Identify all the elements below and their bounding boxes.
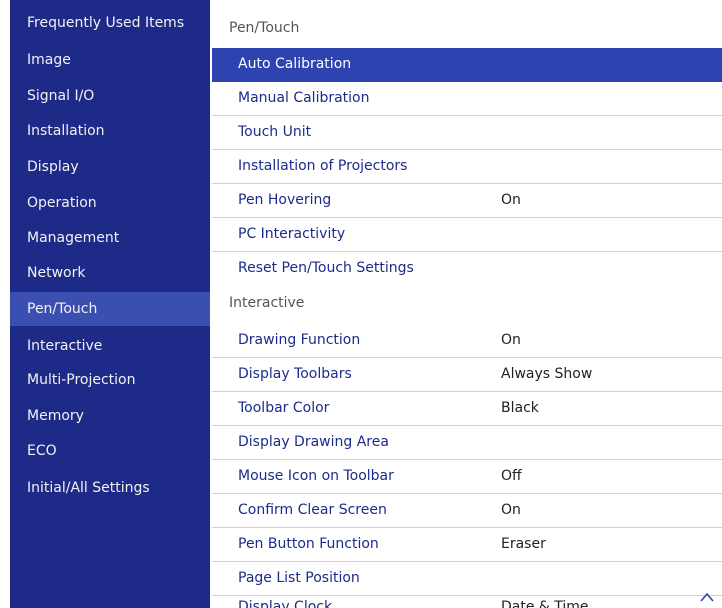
menu-row-pen-hovering[interactable]: Pen Hovering On: [212, 184, 722, 218]
menu-row-pc-interactivity[interactable]: PC Interactivity: [212, 218, 722, 252]
sidebar-item-display[interactable]: Display: [10, 150, 210, 184]
menu-row-manual-calibration[interactable]: Manual Calibration: [212, 82, 722, 116]
projector-settings-menu: Frequently Used Items Image Signal I/O I…: [0, 0, 722, 608]
menu-row-label: Drawing Function: [238, 332, 361, 348]
menu-row-label: Installation of Projectors: [238, 158, 408, 174]
menu-row-pen-button-function[interactable]: Pen Button Function Eraser: [212, 528, 722, 562]
sidebar-item-frequently-used-items[interactable]: Frequently Used Items: [10, 6, 210, 40]
sidebar-item-eco[interactable]: ECO: [10, 434, 210, 468]
menu-row-mouse-icon-on-toolbar[interactable]: Mouse Icon on Toolbar Off: [212, 460, 722, 494]
menu-row-display-clock[interactable]: Display Clock Date & Time: [212, 591, 722, 608]
menu-row-value: Date & Time: [501, 599, 589, 608]
menu-row-value: Black: [501, 400, 539, 416]
sidebar-item-multi-projection[interactable]: Multi-Projection: [10, 363, 210, 397]
menu-row-label: Display Clock: [238, 599, 333, 608]
menu-row-label: Touch Unit: [238, 124, 312, 140]
settings-panel: Pen/Touch Auto Calibration Manual Calibr…: [212, 0, 722, 608]
sidebar-item-management[interactable]: Management: [10, 221, 210, 255]
menu-row-touch-unit[interactable]: Touch Unit: [212, 116, 722, 150]
section-header-pen-touch: Pen/Touch: [212, 10, 722, 46]
menu-row-reset-pen-touch-settings[interactable]: Reset Pen/Touch Settings: [212, 252, 722, 286]
menu-row-drawing-function[interactable]: Drawing Function On: [212, 324, 722, 358]
menu-row-value: Always Show: [501, 366, 593, 382]
chevron-up-icon[interactable]: [700, 592, 714, 602]
sidebar: Frequently Used Items Image Signal I/O I…: [10, 0, 210, 608]
sidebar-item-operation[interactable]: Operation: [10, 186, 210, 220]
menu-row-label: Mouse Icon on Toolbar: [238, 468, 394, 484]
menu-row-label: Pen Button Function: [238, 536, 379, 552]
sidebar-item-memory[interactable]: Memory: [10, 399, 210, 433]
sidebar-item-network[interactable]: Network: [10, 256, 210, 290]
menu-row-display-toolbars[interactable]: Display Toolbars Always Show: [212, 358, 722, 392]
sidebar-item-signal-io[interactable]: Signal I/O: [10, 79, 210, 113]
menu-row-installation-of-projectors[interactable]: Installation of Projectors: [212, 150, 722, 184]
menu-row-label: Pen Hovering: [238, 192, 332, 208]
sidebar-item-interactive[interactable]: Interactive: [10, 329, 210, 363]
menu-row-toolbar-color[interactable]: Toolbar Color Black: [212, 392, 722, 426]
sidebar-item-installation[interactable]: Installation: [10, 114, 210, 148]
menu-row-label: Manual Calibration: [238, 90, 370, 106]
menu-row-value: Eraser: [501, 536, 546, 552]
sidebar-item-image[interactable]: Image: [10, 43, 210, 77]
menu-row-display-drawing-area[interactable]: Display Drawing Area: [212, 426, 722, 460]
menu-row-label: PC Interactivity: [238, 226, 346, 242]
menu-row-auto-calibration[interactable]: Auto Calibration: [212, 48, 722, 82]
menu-row-label: Display Drawing Area: [238, 434, 389, 450]
menu-row-label: Confirm Clear Screen: [238, 502, 387, 518]
menu-row-label: Auto Calibration: [238, 56, 352, 72]
menu-row-confirm-clear-screen[interactable]: Confirm Clear Screen On: [212, 494, 722, 528]
menu-row-value: On: [501, 192, 521, 208]
menu-row-label: Reset Pen/Touch Settings: [238, 260, 414, 276]
menu-row-value: On: [501, 502, 521, 518]
menu-row-label: Toolbar Color: [238, 400, 330, 416]
sidebar-item-pen-touch[interactable]: Pen/Touch: [10, 292, 210, 326]
sidebar-item-initial-all-settings[interactable]: Initial/All Settings: [10, 471, 210, 505]
menu-row-value: Off: [501, 468, 522, 484]
menu-row-value: On: [501, 332, 521, 348]
section-header-interactive: Interactive: [212, 285, 722, 321]
menu-row-label: Display Toolbars: [238, 366, 352, 382]
